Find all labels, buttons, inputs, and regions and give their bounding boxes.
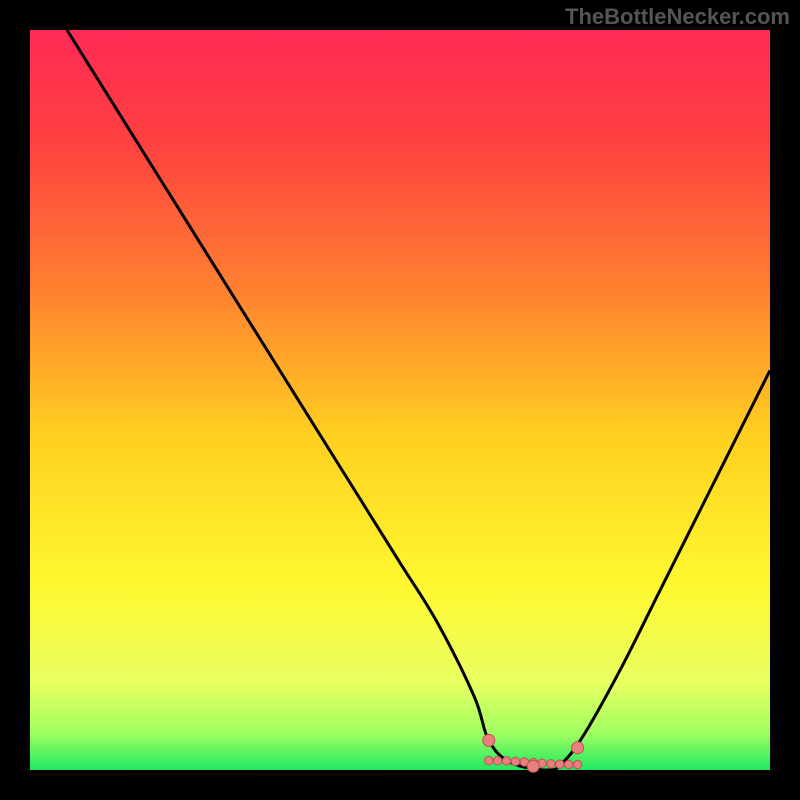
watermark-text: TheBottleNecker.com <box>565 4 790 30</box>
zone-dot <box>511 757 519 765</box>
marker-dot <box>483 734 495 746</box>
zone-dot <box>502 757 510 765</box>
zone-dot <box>485 756 493 764</box>
zone-dot <box>565 760 573 768</box>
zone-dot <box>547 760 555 768</box>
bottleneck-chart <box>0 0 800 800</box>
marker-dot <box>572 742 584 754</box>
marker-dot <box>527 760 539 772</box>
chart-container: TheBottleNecker.com <box>0 0 800 800</box>
zone-dot <box>556 760 564 768</box>
zone-dot <box>573 760 581 768</box>
zone-dot <box>493 756 501 764</box>
plot-background <box>30 30 770 770</box>
